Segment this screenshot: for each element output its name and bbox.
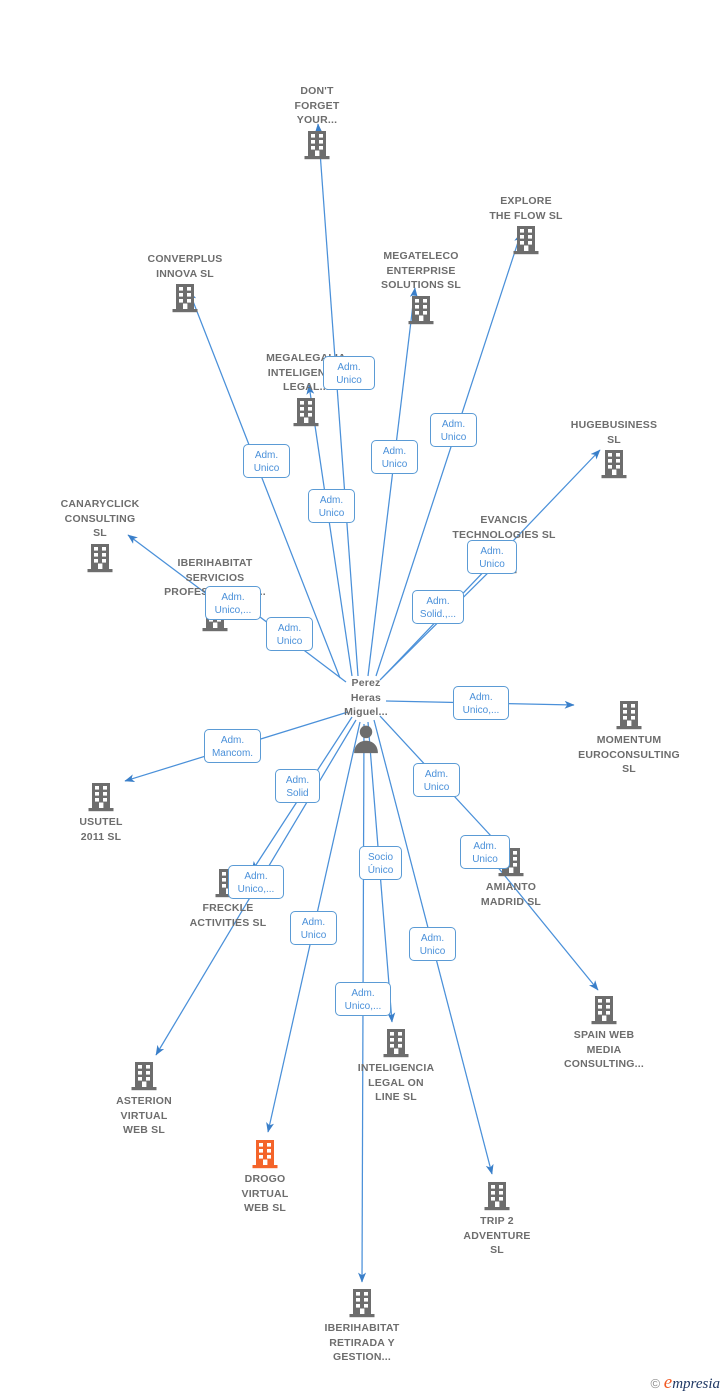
company-node-trip2[interactable]: TRIP 2 ADVENTURE SL (437, 1181, 557, 1258)
edge-label-adm-unico-trip2[interactable]: Adm. Unico (409, 927, 456, 961)
company-node-label: CANARYCLICK CONSULTING SL (60, 498, 140, 539)
brand-initial: e (663, 1372, 673, 1393)
building-icon (349, 1288, 375, 1318)
building-icon (131, 1061, 157, 1091)
edge-label-adm-unico-iberihabitat1[interactable]: Adm. Unico,... (205, 586, 261, 620)
company-node-iberihabitat2[interactable]: IBERIHABITAT RETIRADA Y GESTION... (302, 1288, 422, 1365)
edge-label-adm-unico-exploreflow[interactable]: Adm. Unico (430, 413, 477, 447)
edge-label-adm-solid-freckle[interactable]: Adm. Solid (275, 769, 320, 803)
person-icon (349, 722, 383, 756)
edge-label-adm-unico-canaryclick[interactable]: Adm. Unico (266, 617, 313, 651)
building-icon (293, 397, 319, 427)
building-icon (304, 130, 330, 160)
building-icon (88, 782, 114, 812)
center-node-label: Perez Heras Miguel... (344, 677, 388, 718)
watermark-empresia: © empresia (650, 1372, 720, 1394)
building-icon (616, 700, 642, 730)
company-node-spainweb[interactable]: SPAIN WEB MEDIA CONSULTING... (544, 995, 664, 1072)
edge-label-adm-unico-megateleco[interactable]: Adm. Unico (371, 440, 418, 474)
edge-label-adm-unico-megalegalia2[interactable]: Adm. Unico (308, 489, 355, 523)
building-icon (591, 995, 617, 1025)
company-node-usutel[interactable]: USUTEL 2011 SL (41, 782, 161, 844)
company-node-momentum[interactable]: MOMENTUM EUROCONSULTING SL (569, 700, 689, 777)
company-node-label: USUTEL 2011 SL (79, 816, 123, 843)
company-node-inteligencia[interactable]: INTELIGENCIA LEGAL ON LINE SL (336, 1028, 456, 1105)
edge-e-megateleco (367, 287, 418, 677)
center-node-person[interactable]: Perez Heras Miguel... (306, 676, 426, 756)
company-node-drogo[interactable]: DROGO VIRTUAL WEB SL (205, 1139, 325, 1216)
edge-label-adm-unico-converplus[interactable]: Adm. Unico (243, 444, 290, 478)
company-node-label: EXPLORE THE FLOW SL (489, 195, 563, 222)
edge-label-adm-mancom-usutel[interactable]: Adm. Mancom. (204, 729, 261, 763)
company-node-label: DON'T FORGET YOUR... (294, 85, 340, 126)
company-node-label: HUGEBUSINESS SL (570, 419, 658, 446)
company-node-megateleco[interactable]: MEGATELECO ENTERPRISE SOLUTIONS SL (361, 249, 481, 325)
building-icon (87, 543, 113, 573)
edge-label-adm-unico-amianto[interactable]: Adm. Unico (460, 835, 510, 869)
company-node-label: TRIP 2 ADVENTURE SL (463, 1215, 531, 1256)
company-node-label: SPAIN WEB MEDIA CONSULTING... (564, 1029, 644, 1070)
company-node-exploreflow[interactable]: EXPLORE THE FLOW SL (466, 194, 586, 255)
building-icon (172, 283, 198, 313)
company-node-converplus[interactable]: CONVERPLUS INNOVA SL (125, 252, 245, 313)
company-node-label: MEGATELECO ENTERPRISE SOLUTIONS SL (381, 250, 461, 291)
company-node-label: CONVERPLUS INNOVA SL (147, 253, 223, 280)
copyright-symbol: © (650, 1376, 661, 1391)
company-node-label: INTELIGENCIA LEGAL ON LINE SL (357, 1062, 435, 1103)
edge-label-adm-unico-drogo[interactable]: Adm. Unico (290, 911, 337, 945)
edge-label-adm-unico-freckle2[interactable]: Adm. Unico,... (228, 865, 284, 899)
company-node-label: AMIANTO MADRID SL (480, 881, 542, 908)
building-icon (484, 1181, 510, 1211)
company-node-hugebusiness[interactable]: HUGEBUSINESS SL (554, 418, 674, 479)
company-node-label: ASTERION VIRTUAL WEB SL (116, 1095, 172, 1136)
edge-label-adm-unico-right[interactable]: Adm. Unico (413, 763, 460, 797)
company-node-dontforget[interactable]: DON'T FORGET YOUR... (257, 84, 377, 160)
building-icon (383, 1028, 409, 1058)
company-node-canaryclick[interactable]: CANARYCLICK CONSULTING SL (40, 497, 160, 573)
building-icon (408, 295, 434, 325)
company-node-label: DROGO VIRTUAL WEB SL (241, 1173, 289, 1214)
edge-label-socio-unico-iberihabitat2[interactable]: Socio Único (359, 846, 402, 880)
edge-label-adm-unico-evancis[interactable]: Adm. Unico (467, 540, 517, 574)
company-node-label: FRECKLE ACTIVITIES SL (189, 902, 267, 929)
company-node-label: IBERIHABITAT RETIRADA Y GESTION... (324, 1322, 400, 1363)
company-node-label: EVANCIS TECHNOLOGIES SL (452, 514, 556, 541)
edge-label-adm-unico-inteligencia[interactable]: Adm. Unico,... (335, 982, 391, 1016)
company-node-label: MOMENTUM EUROCONSULTING SL (578, 734, 680, 775)
building-icon (601, 449, 627, 479)
building-icon (252, 1139, 278, 1169)
edge-label-adm-solid-hugebusiness[interactable]: Adm. Solid.,... (412, 590, 464, 624)
company-node-asterion[interactable]: ASTERION VIRTUAL WEB SL (84, 1061, 204, 1138)
relationship-diagram-canvas: DON'T FORGET YOUR... EXPLORE THE FLOW SL M… (0, 0, 728, 1400)
edge-e-megalegalia (306, 384, 353, 677)
building-icon (513, 225, 539, 255)
edge-label-adm-unico-momentum[interactable]: Adm. Unico,... (453, 686, 509, 720)
edge-label-adm-unico-megalegalia[interactable]: Adm. Unico (323, 356, 375, 390)
brand-name: mpresia (672, 1376, 720, 1392)
